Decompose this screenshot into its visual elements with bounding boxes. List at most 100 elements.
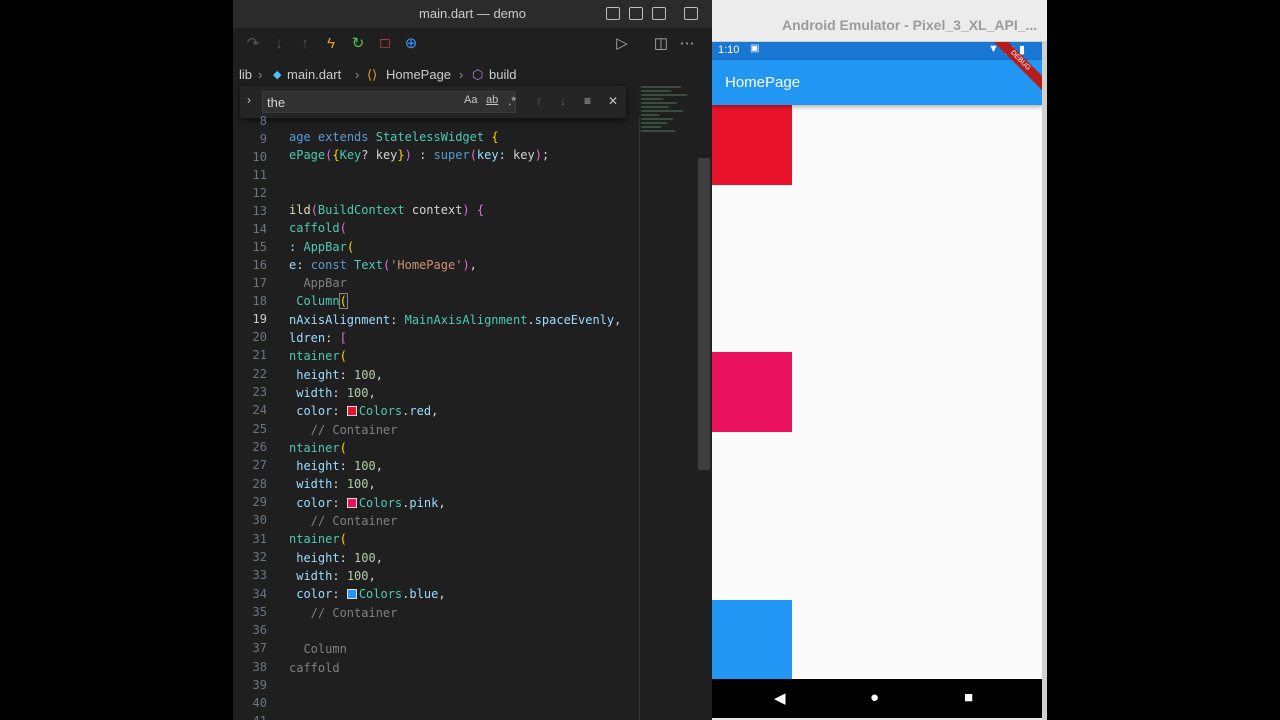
vertical-scrollbar[interactable]	[698, 158, 710, 470]
red-container	[712, 105, 792, 185]
next-match-icon[interactable]: ↓	[560, 94, 566, 108]
code-line: Column(	[296, 293, 348, 309]
emulator-titlebar: Android Emulator - Pixel_3_XL_API_...	[712, 0, 1047, 42]
code-line: height: 100,	[296, 551, 383, 565]
find-input[interactable]	[262, 91, 516, 113]
code-line: color: Colors.blue,	[296, 587, 446, 601]
previous-match-icon[interactable]: ↑	[536, 94, 542, 108]
dart-file-icon: ◆	[273, 69, 282, 81]
code-line: height: 100,	[296, 368, 383, 382]
status-bar: 1:10 ▣ ▼ ◢ ▮	[712, 42, 1042, 60]
line-number: 31	[252, 532, 267, 546]
chevron-right-icon: ›	[355, 67, 360, 82]
breadcrumb-folder[interactable]: lib	[239, 67, 252, 82]
code-line: color: Colors.pink,	[296, 496, 446, 510]
blue-container	[712, 600, 792, 680]
code-line: // Container	[289, 514, 398, 528]
line-number: 41	[253, 714, 267, 720]
code-line: ePage({Key? key}) : super(key: key);	[289, 148, 550, 162]
code-line: ntainer(	[289, 532, 347, 546]
line-number: 11	[252, 168, 267, 182]
split-editor-icon[interactable]: ◫	[651, 34, 671, 54]
line-number: 9	[259, 132, 267, 146]
toggle-panel-icon[interactable]	[629, 7, 643, 20]
line-number: 33	[252, 568, 267, 582]
customize-layout-icon[interactable]	[684, 7, 698, 20]
vscode-titlebar: main.dart — demo	[233, 0, 712, 28]
step-out-icon[interactable]: ↑	[295, 34, 315, 54]
line-number: 27	[252, 458, 267, 472]
code-line: width: 100,	[296, 477, 376, 491]
breadcrumb-file[interactable]: main.dart	[287, 67, 341, 82]
code-line: e: const Text('HomePage'),	[289, 258, 477, 272]
code-line: // Container	[289, 606, 398, 620]
line-number: 38	[252, 660, 267, 674]
code-line: width: 100,	[296, 386, 376, 400]
line-number: 14	[252, 222, 267, 236]
chevron-right-icon: ›	[459, 67, 464, 82]
line-number: 20	[252, 330, 267, 344]
line-number: 18	[252, 294, 267, 308]
class-symbol-icon: ⟨⟩	[367, 67, 378, 82]
step-into-icon[interactable]: ↓	[269, 34, 289, 54]
code-line: // Container	[289, 423, 398, 437]
find-in-selection-icon[interactable]: ≡	[584, 94, 591, 108]
line-number: 40	[252, 696, 267, 710]
code-line: nAxisAlignment: MainAxisAlignment.spaceE…	[289, 313, 622, 327]
match-word-button[interactable]: ab	[486, 94, 498, 106]
run-debug-icon[interactable]: ▷	[612, 34, 632, 54]
line-number: 35	[252, 605, 267, 619]
toggle-replace-icon[interactable]: ›	[247, 93, 251, 107]
line-number: 13	[252, 204, 267, 218]
code-line: color: Colors.red,	[296, 404, 439, 418]
devtools-icon[interactable]: ⊕	[401, 34, 421, 54]
line-number: 26	[252, 440, 267, 454]
hot-reload-icon[interactable]: ϟ	[321, 34, 341, 54]
home-icon[interactable]: ●	[870, 689, 879, 706]
pink-container	[712, 352, 792, 432]
minimap[interactable]	[641, 84, 701, 174]
code-line: age extends StatelessWidget {	[289, 130, 499, 144]
code-line: ldren: [	[289, 331, 347, 345]
navigation-bar: ◀ ● ■	[712, 679, 1042, 718]
code-line: ntainer(	[289, 349, 347, 363]
match-case-button[interactable]: Aa	[464, 94, 477, 106]
code-line: Column	[289, 642, 347, 656]
stop-icon[interactable]: □	[375, 34, 395, 54]
line-number: 10	[252, 150, 267, 164]
recents-icon[interactable]: ■	[964, 689, 973, 706]
more-actions-icon[interactable]: ⋯	[677, 34, 697, 54]
line-number: 30	[252, 513, 267, 527]
line-number: 39	[252, 678, 267, 692]
debug-toolbar: ↷ ↓ ↑ ϟ ↻ □ ⊕ ▷ ◫ ⋯	[233, 28, 712, 60]
code-line: caffold	[289, 661, 340, 675]
line-number: 34	[252, 587, 267, 601]
breadcrumb-class[interactable]: HomePage	[386, 67, 451, 82]
toggle-sidebar-icon[interactable]	[606, 7, 620, 20]
phone-screen[interactable]: 1:10 ▣ ▼ ◢ ▮ HomePage DEBUG ◀ ● ■	[712, 42, 1042, 718]
line-number: 23	[252, 385, 267, 399]
line-number: 17	[252, 276, 267, 290]
code-line: caffold(	[289, 221, 347, 235]
breadcrumb: lib › ◆ main.dart › ⟨⟩ HomePage › ⬡ buil…	[233, 62, 712, 86]
line-number: 8	[259, 114, 267, 128]
emulator-title: Android Emulator - Pixel_3_XL_API_...	[782, 17, 1038, 33]
step-over-icon[interactable]: ↷	[243, 34, 263, 54]
status-time: 1:10	[718, 44, 740, 56]
line-number: 36	[252, 623, 267, 637]
code-line: width: 100,	[296, 569, 376, 583]
find-widget: › Aa ab .* ↑ ↓ ≡ ✕	[240, 86, 626, 118]
line-number: 28	[252, 477, 267, 491]
regex-button[interactable]: .*	[508, 94, 516, 108]
vscode-window: main.dart — demo ↷ ↓ ↑ ϟ ↻ □ ⊕ ▷ ◫ ⋯ lib…	[233, 0, 712, 720]
close-icon[interactable]: ✕	[608, 94, 618, 108]
line-number: 15	[252, 240, 267, 254]
code-line: : AppBar(	[289, 240, 355, 254]
code-line: height: 100,	[296, 459, 383, 473]
line-number: 12	[252, 186, 267, 200]
back-icon[interactable]: ◀	[774, 689, 786, 707]
restart-icon[interactable]: ↻	[348, 34, 368, 54]
breadcrumb-method[interactable]: build	[489, 67, 516, 82]
line-number: 24	[252, 403, 267, 417]
toggle-secondary-sidebar-icon[interactable]	[652, 7, 666, 20]
